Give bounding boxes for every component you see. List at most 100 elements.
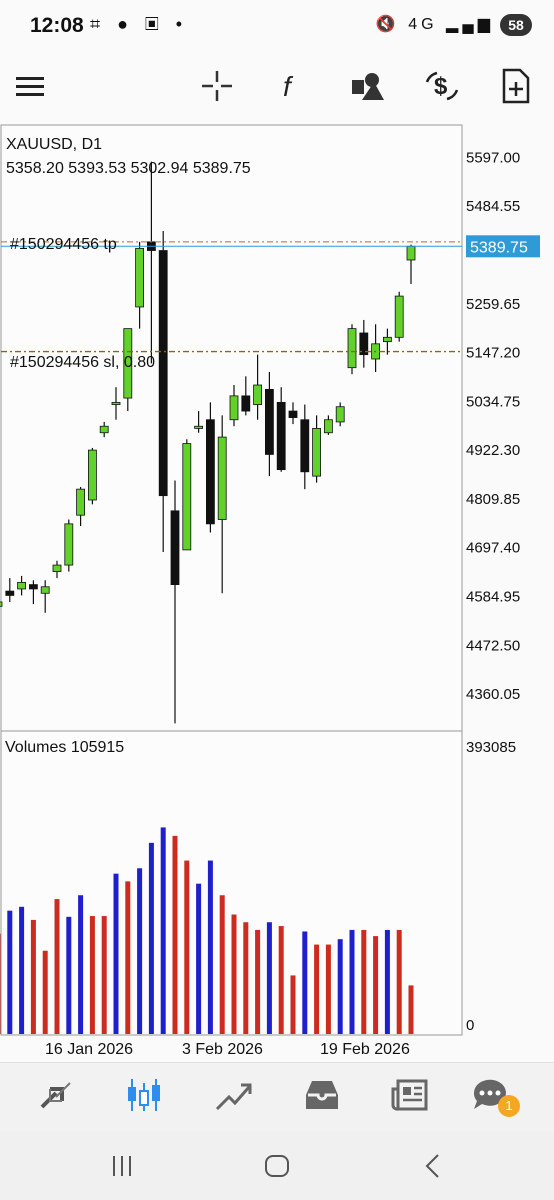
status-bar: 12:08 ⌗ ● ▣ • 🔇 4G ▂▄▆ 58 <box>0 0 554 52</box>
candle-body <box>0 601 3 607</box>
candle-body <box>241 395 251 412</box>
candle <box>347 324 357 375</box>
objects-icon[interactable] <box>350 68 386 104</box>
candle-body <box>253 384 263 405</box>
candle-body <box>52 564 62 572</box>
candle-body <box>158 250 168 497</box>
candle-body <box>135 247 145 308</box>
current-price-label: 5389.75 <box>470 239 528 256</box>
volume-bar <box>137 868 143 1034</box>
volume-bar <box>314 944 320 1034</box>
candle-body <box>276 401 286 471</box>
price-tick: 4360.05 <box>466 686 520 703</box>
volume-bar <box>231 914 237 1034</box>
price-tick: 4472.50 <box>466 637 520 654</box>
volume-bar <box>113 873 119 1034</box>
volume-bar <box>278 926 284 1034</box>
candle-body <box>217 436 227 520</box>
volume-bar <box>266 922 272 1034</box>
candle-body <box>335 406 345 423</box>
candle <box>205 402 215 533</box>
candle-body <box>17 582 27 590</box>
volume-bar <box>290 975 296 1034</box>
candle-body <box>300 419 310 473</box>
candle-body <box>229 395 239 421</box>
volume-bar <box>361 929 367 1034</box>
candle-body <box>64 523 74 566</box>
volume-bar <box>243 922 249 1034</box>
price-tick: 5034.75 <box>466 393 520 410</box>
volume-bar <box>125 881 131 1034</box>
candle-body <box>76 488 85 516</box>
volume-bar <box>0 933 1 1034</box>
new-order-icon[interactable] <box>498 68 534 104</box>
volume-bar <box>325 944 331 1034</box>
crosshair-icon[interactable] <box>199 68 235 104</box>
home-icon[interactable] <box>262 1151 292 1181</box>
volume-bar <box>30 919 36 1034</box>
candle-body <box>288 410 298 418</box>
volume-bar <box>101 916 107 1034</box>
battery-indicator: 58 <box>500 14 532 36</box>
history-icon[interactable] <box>302 1075 342 1115</box>
price-tick: 5484.55 <box>466 198 520 215</box>
volume-bar <box>160 827 166 1034</box>
volume-bar <box>89 916 95 1034</box>
candle <box>182 439 192 551</box>
trade-icon[interactable] <box>213 1075 253 1115</box>
price-tick: 4584.95 <box>466 588 520 605</box>
recents-icon[interactable] <box>107 1151 137 1181</box>
volume-bar <box>337 939 343 1034</box>
volume-bar <box>196 883 202 1034</box>
volume-bar <box>184 860 190 1034</box>
messages-badge: 1 <box>498 1095 520 1117</box>
candle-body <box>28 584 38 590</box>
volume-bar <box>42 950 48 1034</box>
volume-bar <box>54 899 60 1034</box>
candle-body <box>170 510 180 585</box>
quotes-icon[interactable] <box>36 1075 76 1115</box>
candle-body <box>312 428 322 477</box>
menu-icon[interactable] <box>12 68 48 104</box>
sl-label: #150294456 sl, 0.80 <box>10 354 155 371</box>
volume-bar <box>373 936 379 1034</box>
chart-icon[interactable] <box>124 1075 164 1115</box>
ohlc-label: 5358.20 5393.53 5302.94 5389.75 <box>6 160 251 177</box>
price-tick: 5147.20 <box>466 345 520 362</box>
trade-dollar-icon[interactable]: $ <box>424 68 460 104</box>
candle-body <box>347 328 357 369</box>
chart-area[interactable]: XAUUSD, D1 5358.20 5393.53 5302.94 5389.… <box>0 124 554 1060</box>
date-label-2: 3 Feb 2026 <box>182 1041 263 1058</box>
news-icon[interactable] <box>390 1075 430 1115</box>
volume-bar <box>207 860 213 1034</box>
svg-text:f: f <box>283 71 294 102</box>
volume-bar <box>255 929 261 1034</box>
price-tick: 4922.30 <box>466 442 520 459</box>
candle-body <box>264 388 274 455</box>
chart-toolbar: f $ <box>0 52 554 120</box>
volume-bar <box>7 910 13 1034</box>
network-label: 4G <box>408 16 438 33</box>
volumes-label: Volumes 105915 <box>5 739 124 756</box>
date-label-1: 16 Jan 2026 <box>45 1041 133 1058</box>
candle-body <box>382 336 392 343</box>
signal-icons: 🔇 4G ▂▄▆ <box>376 14 494 34</box>
indicator-f-icon[interactable]: f <box>273 68 309 104</box>
signal-icon: ▂▄▆ <box>446 16 494 33</box>
date-label-3: 19 Feb 2026 <box>320 1041 410 1058</box>
volume-bar <box>148 842 154 1034</box>
candle-body <box>99 425 109 434</box>
notification-icons: ⌗ ● ▣ • <box>90 14 189 34</box>
volume-bar <box>172 835 178 1034</box>
price-tick: 4697.40 <box>466 540 520 557</box>
candle-body <box>194 425 204 429</box>
back-icon[interactable] <box>418 1151 448 1181</box>
bottom-navigation <box>0 1062 554 1131</box>
volume-bar <box>66 916 72 1034</box>
volume-bar <box>219 895 225 1034</box>
price-chart[interactable]: XAUUSD, D1 5358.20 5393.53 5302.94 5389.… <box>0 124 554 1060</box>
status-time: 12:08 <box>30 14 84 37</box>
price-tick: 4809.85 <box>466 491 520 508</box>
candle-body <box>394 295 404 338</box>
volume-bar <box>408 985 414 1034</box>
